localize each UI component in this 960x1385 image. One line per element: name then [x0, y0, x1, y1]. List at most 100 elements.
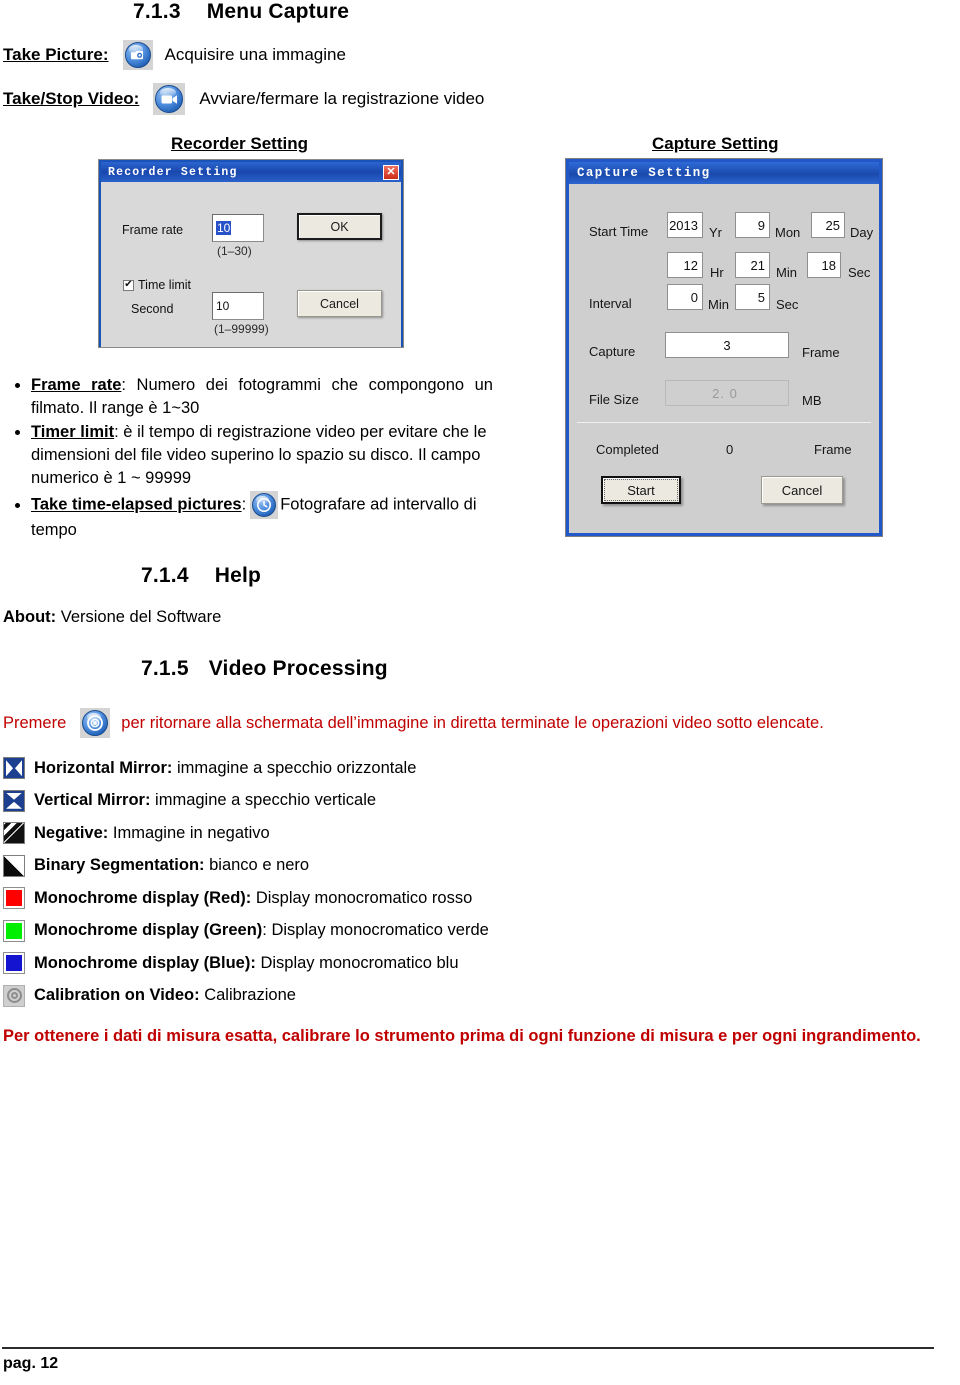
time-limit-checkbox[interactable]: ✔ Time limit	[123, 278, 191, 292]
take-picture-term: Take Picture:	[3, 45, 109, 64]
calibration-desc: Calibrazione	[199, 986, 296, 1005]
heading-text: Video Processing	[208, 657, 388, 680]
about-line: About: Versione del Software	[3, 608, 221, 627]
monochrome-red-icon[interactable]	[3, 887, 25, 910]
monochrome-red-desc: Display monocromatico rosso	[251, 888, 473, 907]
capture-setting-caption: Capture Setting	[652, 134, 779, 153]
capture-count-label: Capture	[589, 344, 636, 359]
bullet-term-frame-rate: Frame rate	[31, 376, 122, 394]
document-page: 7.1.3 Menu Capture Take Picture: Acquisir…	[0, 0, 960, 1385]
capture-dialog-titlebar: Capture Setting	[569, 162, 879, 184]
vertical-mirror-term: Vertical Mirror:	[34, 791, 151, 810]
list-item: Horizontal Mirror: immagine a specchio o…	[3, 752, 933, 785]
second-label: Second	[131, 302, 174, 316]
list-item: Frame rate: Numero dei fotogrammi che co…	[31, 374, 493, 420]
list-item: Negative: Immagine in negativo	[3, 817, 933, 850]
interval-min-input[interactable]: 0	[667, 284, 703, 310]
second-input[interactable]: 10	[212, 292, 264, 320]
second-unit-label: Sec	[848, 265, 871, 280]
bullet-colon: :	[241, 495, 247, 514]
frame-rate-range: (1–30)	[217, 244, 252, 258]
list-item: Monochrome display (Red): Display monocr…	[3, 882, 933, 915]
completed-value: 0	[726, 442, 734, 457]
premere-after-text: per ritornare alla schermata dell’immagi…	[121, 713, 824, 732]
close-icon[interactable]: ✕	[383, 164, 399, 180]
heading-number: 7.1.5	[141, 657, 189, 680]
premere-instruction-line: Premere per ritornare alla schermata del…	[3, 708, 824, 738]
settings-description-list: Frame rate: Numero dei fotogrammi che co…	[3, 374, 493, 544]
file-size-label: File Size	[589, 392, 639, 407]
checkbox-check-icon: ✔	[123, 279, 134, 291]
binary-segmentation-icon[interactable]	[3, 854, 25, 877]
list-item: Timer limit: è il tempo di registrazione…	[31, 421, 493, 490]
time-elapsed-clock-icon	[250, 491, 279, 520]
start-button[interactable]: Start	[601, 476, 681, 504]
minute-unit-label: Min	[776, 265, 797, 280]
list-item: Vertical Mirror: immagine a specchio ver…	[3, 785, 933, 818]
ok-button[interactable]: OK	[297, 213, 382, 240]
take-stop-video-term: Take/Stop Video:	[3, 89, 140, 108]
frame-rate-value: 10	[216, 221, 232, 235]
take-picture-row: Take Picture: Acquisire una immagine	[3, 40, 346, 70]
capture-cancel-button[interactable]: Cancel	[761, 476, 843, 504]
premere-before-text: Premere	[3, 713, 67, 732]
hour-input[interactable]: 12	[667, 252, 703, 278]
month-unit-label: Mon	[775, 225, 801, 240]
recorder-dialog-title: Recorder Setting	[108, 165, 238, 179]
monochrome-green-desc: : Display monocromatico verde	[262, 921, 489, 940]
day-unit-label: Day	[850, 225, 874, 240]
monochrome-green-term: Monochrome display (Green)	[34, 921, 263, 940]
recorder-dialog-body: Frame rate 10 (1–30) ✔ Time limit Second…	[101, 182, 401, 347]
second-input[interactable]: 18	[807, 252, 841, 278]
monochrome-green-icon[interactable]	[3, 919, 25, 942]
list-item: Calibration on Video: Calibrazione	[3, 980, 933, 1013]
negative-icon[interactable]	[3, 822, 25, 845]
list-item: Take time-elapsed pictures:Fotografare a…	[31, 491, 493, 542]
video-camera-icon	[153, 83, 186, 115]
time-limit-label: Time limit	[138, 278, 192, 292]
monochrome-blue-icon[interactable]	[3, 952, 25, 975]
horizontal-mirror-desc: immagine a specchio orizzontale	[172, 758, 417, 777]
completed-unit-label: Frame	[814, 442, 852, 457]
interval-sec-input[interactable]: 5	[735, 284, 770, 310]
monochrome-blue-term: Monochrome display (Blue):	[34, 953, 256, 972]
cancel-button[interactable]: Cancel	[297, 290, 382, 317]
monochrome-blue-desc: Display monocromatico blu	[255, 953, 459, 972]
month-input[interactable]: 9	[735, 212, 770, 238]
file-size-value: 2. 0	[665, 380, 789, 406]
section-heading-help: 7.1.4 Help	[141, 564, 261, 588]
calibration-term: Calibration on Video:	[34, 986, 200, 1005]
divider	[577, 422, 871, 423]
about-text: Versione del Software	[56, 608, 222, 626]
binary-segmentation-term: Binary Segmentation:	[34, 856, 205, 875]
calibration-icon[interactable]	[3, 984, 25, 1007]
recorder-setting-dialog: Recorder Setting ✕ Frame rate 10 (1–30) …	[99, 160, 403, 347]
take-picture-icon	[122, 40, 153, 70]
bullet-term-time-elapsed: Take time-elapsed pictures	[31, 495, 242, 514]
capture-setting-dialog: Capture Setting Start Time 2013 Yr 9 Mon…	[566, 159, 882, 536]
live-view-target-icon	[80, 708, 111, 738]
capture-dialog-body: Start Time 2013 Yr 9 Mon 25 Day 12 Hr 21…	[569, 184, 879, 533]
heading-text: Menu Capture	[206, 0, 350, 23]
heading-text: Help	[214, 564, 262, 587]
list-item: Monochrome display (Green): Display mono…	[3, 915, 933, 948]
monochrome-red-term: Monochrome display (Red):	[34, 888, 252, 907]
section-heading-video-processing: 7.1.5 Video Processing	[141, 657, 388, 681]
minute-input[interactable]: 21	[735, 252, 770, 278]
capture-count-input[interactable]: 3	[665, 332, 789, 358]
take-picture-description: Acquisire una immagine	[164, 45, 346, 64]
video-processing-list: Horizontal Mirror: immagine a specchio o…	[3, 752, 933, 1012]
vertical-mirror-icon[interactable]	[3, 789, 25, 812]
hour-unit-label: Hr	[710, 265, 724, 280]
take-stop-video-row: Take/Stop Video: Avviare/fermare la regi…	[3, 83, 484, 115]
second-value: 10	[216, 299, 230, 313]
day-input[interactable]: 25	[811, 212, 845, 238]
file-size-unit-label: MB	[802, 393, 822, 408]
horizontal-mirror-icon[interactable]	[3, 757, 25, 780]
heading-number: 7.1.3	[133, 0, 181, 23]
frame-rate-input[interactable]: 10	[212, 214, 264, 242]
list-item: Binary Segmentation: bianco e nero	[3, 850, 933, 883]
negative-term: Negative:	[34, 823, 109, 842]
heading-number: 7.1.4	[141, 564, 189, 587]
year-input[interactable]: 2013	[667, 212, 703, 238]
